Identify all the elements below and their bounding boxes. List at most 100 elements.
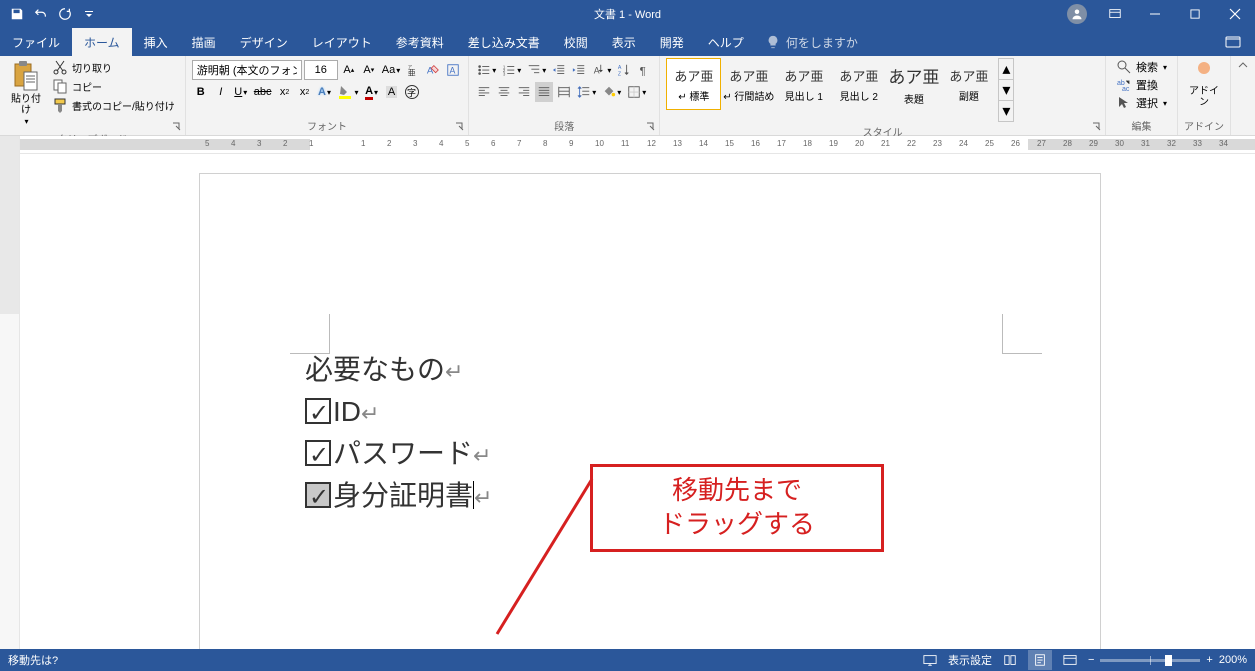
text-direction-button[interactable]: A▾ <box>590 60 613 80</box>
select-button[interactable]: 選択▾ <box>1112 94 1171 112</box>
align-right-button[interactable] <box>515 82 533 102</box>
enclose-char-button[interactable]: 字 <box>403 82 421 102</box>
align-justify-button[interactable] <box>535 82 553 102</box>
paste-button[interactable]: 貼り付け ▾ <box>6 58 46 129</box>
svg-text:¶: ¶ <box>640 65 646 77</box>
multilevel-icon <box>527 63 541 77</box>
format-painter-button[interactable]: 書式のコピー/貼り付け <box>48 96 179 114</box>
group-styles: あア亜↵ 標準 あア亜↵ 行間詰め あア亜見出し 1 あア亜見出し 2 あア亜表… <box>660 56 1106 135</box>
change-case-button[interactable]: Aa▾ <box>380 60 402 80</box>
multilevel-list-button[interactable]: ▾ <box>525 60 548 80</box>
tab-references[interactable]: 参考資料 <box>384 28 456 56</box>
strikethrough-button[interactable]: abc <box>252 82 274 102</box>
font-color-button[interactable]: A▾ <box>363 82 381 102</box>
tell-me-search[interactable]: 何をしますか <box>756 28 868 56</box>
replace-button[interactable]: abac置換 <box>1112 76 1171 94</box>
style-no-spacing[interactable]: あア亜↵ 行間詰め <box>721 58 776 110</box>
maximize-button[interactable] <box>1175 0 1215 28</box>
style-subtitle[interactable]: あア亜副題 <box>941 58 996 110</box>
decrease-indent-button[interactable] <box>550 60 568 80</box>
display-settings-button[interactable] <box>918 650 942 670</box>
zoom-out-button[interactable]: − <box>1088 654 1094 666</box>
font-size-input[interactable] <box>304 60 338 80</box>
increase-indent-button[interactable] <box>570 60 588 80</box>
user-account-button[interactable] <box>1067 4 1087 24</box>
tab-review[interactable]: 校閲 <box>552 28 600 56</box>
group-font: A▴ A▾ Aa▾ ア亜 A A B I U▾ abc x2 x2 A▾ ▾ A… <box>186 56 469 135</box>
zoom-level[interactable]: 200% <box>1219 654 1247 666</box>
bullets-button[interactable]: ▾ <box>475 60 498 80</box>
highlighter-icon <box>338 85 354 99</box>
group-paragraph: ▾ 123▾ ▾ A▾ AZ ¶ ▾ ▾ ▾ 段落 <box>469 56 660 135</box>
ribbon-display-options-button[interactable] <box>1095 0 1135 28</box>
tab-insert[interactable]: 挿入 <box>132 28 180 56</box>
page: 必要なもの↵ ID↵ パスワード↵ 身分証明書↵ <box>200 174 1100 649</box>
paragraph-dialog-launcher[interactable] <box>645 121 657 133</box>
copy-button[interactable]: コピー <box>48 77 179 95</box>
zoom-in-button[interactable]: + <box>1206 654 1212 666</box>
addins-button[interactable]: アドイン <box>1184 58 1224 110</box>
align-left-button[interactable] <box>475 82 493 102</box>
show-hide-marks-button[interactable]: ¶ <box>635 60 653 80</box>
style-heading2[interactable]: あア亜見出し 2 <box>831 58 886 110</box>
tab-help[interactable]: ヘルプ <box>696 28 756 56</box>
character-shading-button[interactable]: A <box>383 82 401 102</box>
styles-gallery-more[interactable]: ▴▾▾ <box>998 58 1014 122</box>
document-canvas[interactable]: 必要なもの↵ ID↵ パスワード↵ 身分証明書↵ 移動先まで ドラッグする <box>20 154 1255 649</box>
cut-button[interactable]: 切り取り <box>48 58 179 76</box>
save-button[interactable] <box>6 3 28 25</box>
horizontal-ruler[interactable]: /* numbers drawn below via JS population… <box>20 136 1255 154</box>
share-button[interactable] <box>1211 28 1255 56</box>
vertical-ruler[interactable] <box>0 136 20 649</box>
style-heading1[interactable]: あア亜見出し 1 <box>776 58 831 110</box>
align-center-button[interactable] <box>495 82 513 102</box>
web-layout-button[interactable] <box>1058 650 1082 670</box>
shading-button[interactable]: ▾ <box>600 82 623 102</box>
read-mode-button[interactable] <box>998 650 1022 670</box>
line-spacing-button[interactable]: ▾ <box>575 82 598 102</box>
qat-customize-button[interactable] <box>78 3 100 25</box>
increase-font-button[interactable]: A▴ <box>340 60 358 80</box>
collapse-ribbon-button[interactable] <box>1231 56 1255 135</box>
tab-mailings[interactable]: 差し込み文書 <box>456 28 552 56</box>
text-effects-button[interactable]: A▾ <box>316 82 334 102</box>
decrease-font-button[interactable]: A▾ <box>360 60 378 80</box>
minimize-button[interactable] <box>1135 0 1175 28</box>
workspace: /* numbers drawn below via JS population… <box>0 136 1255 649</box>
enclose-characters-button[interactable]: A <box>444 60 462 80</box>
group-addins: アドイン アドイン <box>1178 56 1231 135</box>
underline-button[interactable]: U▾ <box>232 82 250 102</box>
style-title[interactable]: あア亜表題 <box>886 58 941 110</box>
redo-repeat-button[interactable] <box>54 3 76 25</box>
borders-button[interactable]: ▾ <box>625 82 648 102</box>
zoom-slider[interactable] <box>1100 659 1200 662</box>
bold-button[interactable]: B <box>192 82 210 102</box>
italic-button[interactable]: I <box>212 82 230 102</box>
undo-button[interactable] <box>30 3 52 25</box>
tell-me-label: 何をしますか <box>786 34 858 51</box>
tab-draw[interactable]: 描画 <box>180 28 228 56</box>
find-button[interactable]: 検索▾ <box>1112 58 1171 76</box>
highlight-button[interactable]: ▾ <box>336 82 361 102</box>
tab-developer[interactable]: 開発 <box>648 28 696 56</box>
subscript-button[interactable]: x2 <box>276 82 294 102</box>
tab-layout[interactable]: レイアウト <box>300 28 384 56</box>
print-layout-button[interactable] <box>1028 650 1052 670</box>
document-content[interactable]: 必要なもの↵ ID↵ パスワード↵ 身分証明書↵ <box>305 349 492 517</box>
tab-view[interactable]: 表示 <box>600 28 648 56</box>
font-dialog-launcher[interactable] <box>454 121 466 133</box>
clipboard-dialog-launcher[interactable] <box>171 121 183 133</box>
styles-dialog-launcher[interactable] <box>1091 121 1103 133</box>
tab-design[interactable]: デザイン <box>228 28 300 56</box>
close-button[interactable] <box>1215 0 1255 28</box>
distributed-button[interactable] <box>555 82 573 102</box>
phonetic-guide-button[interactable]: ア亜 <box>404 60 422 80</box>
numbering-button[interactable]: 123▾ <box>500 60 523 80</box>
superscript-button[interactable]: x2 <box>296 82 314 102</box>
tab-file[interactable]: ファイル <box>0 28 72 56</box>
style-normal[interactable]: あア亜↵ 標準 <box>666 58 721 110</box>
font-name-input[interactable] <box>192 60 302 80</box>
sort-button[interactable]: AZ <box>615 60 633 80</box>
clear-formatting-button[interactable]: A <box>424 60 442 80</box>
tab-home[interactable]: ホーム <box>72 28 132 56</box>
